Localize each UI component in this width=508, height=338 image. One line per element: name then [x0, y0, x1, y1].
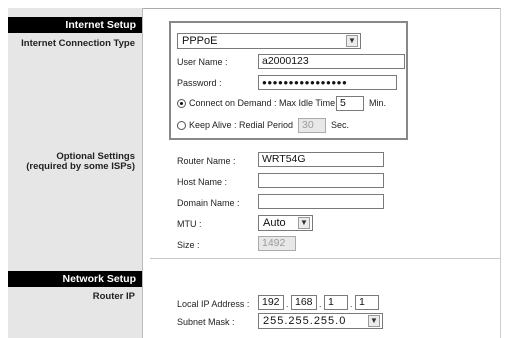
- right-divider: [500, 8, 501, 338]
- chevron-down-icon[interactable]: ▼: [368, 315, 380, 327]
- min-unit-label: Min.: [369, 98, 387, 108]
- ip-dot: .: [350, 299, 353, 309]
- label-router-ip: Router IP: [92, 291, 135, 302]
- username-label: User Name :: [177, 57, 228, 67]
- chevron-down-icon[interactable]: ▼: [298, 217, 310, 229]
- mtu-select[interactable]: Auto ▼: [258, 215, 313, 231]
- router-name-input[interactable]: WRT54G: [258, 152, 384, 167]
- ip-dot: .: [286, 299, 289, 309]
- router-setup-page: Internet Setup Internet Connection Type …: [0, 0, 508, 338]
- host-name-input[interactable]: [258, 173, 384, 188]
- domain-name-label: Domain Name :: [177, 198, 240, 208]
- subnet-mask-select[interactable]: 255.255.255.0 ▼: [258, 313, 383, 329]
- keep-alive-label: Keep Alive : Redial Period: [189, 120, 294, 130]
- ip-octet-2-input[interactable]: 168: [291, 295, 317, 310]
- section-network-setup: Network Setup: [8, 271, 142, 287]
- label-internet-connection-type: Internet Connection Type: [21, 38, 135, 49]
- keep-alive-radio[interactable]: [177, 121, 186, 130]
- sec-unit-label: Sec.: [331, 120, 350, 130]
- sidebar: Internet Setup Internet Connection Type …: [8, 8, 142, 338]
- connect-on-demand-label: Connect on Demand : Max Idle Time: [189, 98, 336, 108]
- label-required-by-isps: (required by some ISPs): [26, 161, 135, 172]
- top-divider: [143, 8, 500, 9]
- mtu-value: Auto: [263, 217, 286, 229]
- subnet-mask-label: Subnet Mask :: [177, 317, 235, 327]
- connection-type-select[interactable]: PPPoE ▼: [177, 33, 361, 49]
- password-label: Password :: [177, 78, 222, 88]
- password-input[interactable]: ●●●●●●●●●●●●●●●●: [258, 75, 397, 90]
- section-divider: [150, 258, 500, 259]
- redial-period-input[interactable]: 30: [298, 118, 326, 133]
- domain-name-input[interactable]: [258, 194, 384, 209]
- connect-on-demand-radio[interactable]: [177, 99, 186, 108]
- username-input[interactable]: a2000123: [258, 54, 405, 69]
- router-name-label: Router Name :: [177, 156, 236, 166]
- sidebar-divider: [142, 8, 143, 338]
- host-name-label: Host Name :: [177, 177, 228, 187]
- subnet-mask-value: 255.255.255.0: [263, 315, 347, 327]
- ip-octet-4-input[interactable]: 1: [355, 295, 379, 310]
- mtu-label: MTU :: [177, 219, 202, 229]
- connection-type-value: PPPoE: [182, 35, 218, 47]
- mtu-size-input[interactable]: 1492: [258, 236, 296, 251]
- max-idle-time-input[interactable]: 5: [336, 96, 364, 111]
- section-internet-setup: Internet Setup: [8, 17, 142, 33]
- chevron-down-icon[interactable]: ▼: [346, 35, 358, 47]
- local-ip-label: Local IP Address :: [177, 299, 250, 309]
- ip-octet-1-input[interactable]: 192: [258, 295, 284, 310]
- ip-dot: .: [319, 299, 322, 309]
- size-label: Size :: [177, 240, 200, 250]
- ip-octet-3-input[interactable]: 1: [324, 295, 348, 310]
